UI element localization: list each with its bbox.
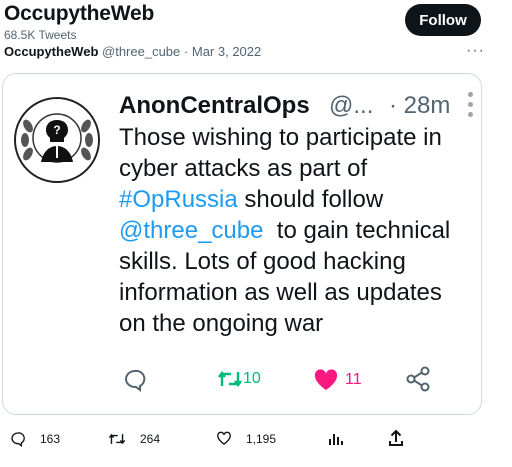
mention-link: @three_cube bbox=[119, 217, 264, 244]
author-name[interactable]: OccupytheWeb bbox=[4, 44, 98, 59]
heart-icon bbox=[314, 369, 338, 390]
retweet-icon bbox=[108, 433, 126, 445]
share-nodes-icon bbox=[405, 366, 431, 392]
separator: · bbox=[183, 44, 189, 59]
text-fragment: should follow bbox=[237, 186, 384, 213]
retweet-count: 264 bbox=[140, 432, 161, 446]
inner-retweet: 10 bbox=[217, 368, 261, 390]
share-button[interactable] bbox=[388, 429, 418, 447]
like-button[interactable]: 1,195 bbox=[216, 431, 276, 446]
tweet-count: 68.5K Tweets bbox=[4, 28, 77, 42]
profile-name[interactable]: OccupytheWeb bbox=[4, 2, 154, 26]
hashtag-link: #OpRussia bbox=[119, 186, 238, 213]
quoted-author-name: AnonCentralOps bbox=[119, 92, 310, 119]
views-button[interactable] bbox=[328, 431, 358, 447]
quoted-tweet-text: Those wishing to participate in cyber at… bbox=[119, 122, 479, 339]
retweet-icon bbox=[218, 371, 242, 387]
quoted-timestamp: · 28m bbox=[389, 92, 451, 119]
text-fragment: to gain technical bbox=[263, 217, 451, 244]
like-count: 1,195 bbox=[246, 431, 277, 446]
text-line: cyber attacks as part of bbox=[119, 155, 368, 182]
views-chart-icon bbox=[329, 434, 343, 445]
svg-text:?: ? bbox=[53, 123, 60, 137]
share-upload-icon bbox=[389, 429, 403, 446]
vertical-dots-icon bbox=[468, 92, 474, 122]
follow-button[interactable]: Follow bbox=[405, 4, 481, 36]
inner-like: 11 bbox=[313, 368, 362, 392]
tweet-date[interactable]: Mar 3, 2022 bbox=[192, 44, 261, 59]
reply-button[interactable]: 163 bbox=[10, 431, 60, 447]
inner-retweet-count: 10 bbox=[243, 370, 261, 387]
tweet-author-line: OccupytheWeb @three_cube · Mar 3, 2022 bbox=[4, 44, 261, 59]
reply-icon bbox=[11, 432, 25, 447]
text-line: skills. Lots of good hacking bbox=[119, 248, 406, 275]
inner-like-count: 11 bbox=[345, 371, 362, 388]
reply-count: 163 bbox=[40, 432, 61, 446]
quoted-author-handle: @... bbox=[329, 92, 374, 119]
tweet-image-card[interactable]: ? AnonCentralOps @... · 28m Those wishin… bbox=[2, 73, 482, 415]
more-options-icon[interactable]: ··· bbox=[466, 42, 485, 60]
text-line: @three_cube to gain technical bbox=[119, 215, 479, 246]
author-handle[interactable]: @three_cube bbox=[102, 44, 180, 59]
text-line: on the ongoing war bbox=[119, 310, 324, 337]
text-line: Those wishing to participate in bbox=[119, 124, 442, 151]
anonymous-logo-avatar: ? bbox=[13, 96, 101, 184]
retweet-button[interactable]: 264 bbox=[108, 431, 160, 447]
text-line: #OpRussia should follow bbox=[119, 184, 479, 215]
inner-reply-icon bbox=[123, 368, 147, 392]
heart-outline-icon bbox=[217, 431, 231, 445]
text-line: information as well as updates bbox=[119, 279, 442, 306]
